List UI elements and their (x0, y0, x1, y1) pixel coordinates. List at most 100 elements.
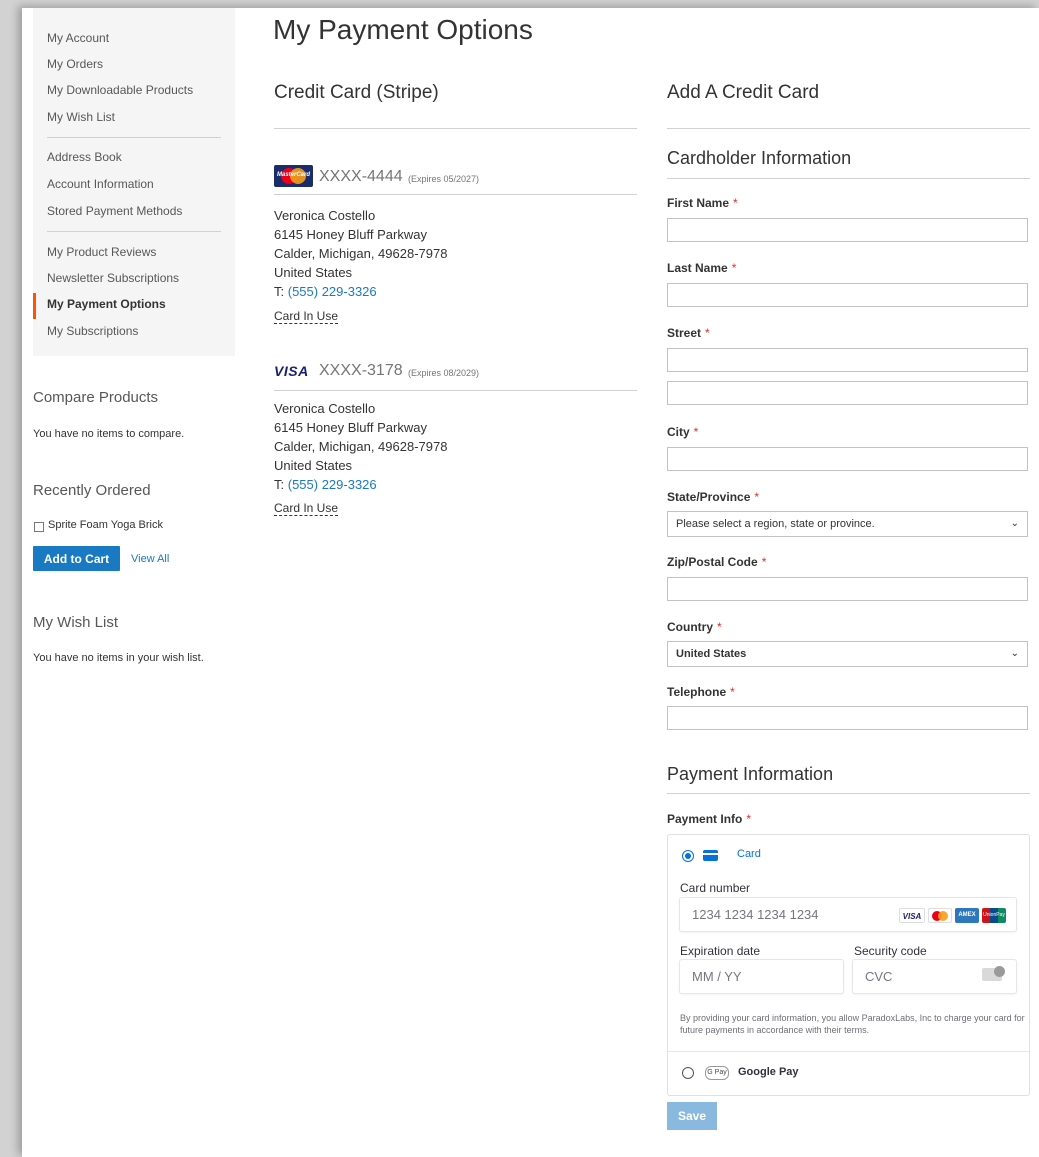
nav-my-account[interactable]: My Account (47, 31, 109, 45)
mastercard-brand-icon (928, 908, 952, 923)
state-select-value: Please select a region, state or provinc… (676, 518, 875, 530)
add-card-title: Add A Credit Card (667, 82, 820, 103)
zip-label: Zip/Postal Code * (667, 555, 767, 569)
expiration-input[interactable]: MM / YY (679, 959, 844, 994)
page-title: My Payment Options (273, 14, 533, 45)
card-icon (703, 850, 718, 861)
nav-payment-options[interactable]: My Payment Options (47, 297, 166, 311)
nav-my-orders[interactable]: My Orders (47, 57, 103, 71)
account-nav: My Account My Orders My Downloadable Pro… (33, 8, 235, 356)
compare-title: Compare Products (33, 389, 159, 406)
nav-product-reviews[interactable]: My Product Reviews (47, 245, 156, 259)
phone-prefix: T: (274, 477, 288, 492)
cardholder-title: Cardholder Information (667, 148, 852, 168)
divider (274, 390, 637, 391)
last-name-label: Last Name * (667, 261, 737, 275)
address-street: 6145 Honey Bluff Parkway (274, 227, 427, 242)
google-pay-icon: G Pay (705, 1066, 729, 1080)
nav-account-information[interactable]: Account Information (47, 177, 154, 191)
payment-info-title: Payment Information (667, 764, 834, 784)
security-code-label: Security code (854, 944, 927, 958)
unionpay-brand-icon: UnionPay (982, 908, 1006, 923)
card-billing-address: Veronica Costello 6145 Honey Bluff Parkw… (274, 206, 447, 301)
save-button[interactable]: Save (667, 1102, 717, 1130)
city-label: City * (667, 425, 699, 439)
card-expiry: (Expires 05/2027) (408, 174, 480, 184)
phone-prefix: T: (274, 284, 288, 299)
divider (274, 194, 637, 195)
view-all-link[interactable]: View All (131, 553, 169, 565)
address-name: Veronica Costello (274, 208, 376, 223)
payment-info-label: Payment Info * (667, 812, 752, 826)
visa-icon: VISA (274, 363, 309, 379)
telephone-label: Telephone * (667, 685, 735, 699)
telephone-input[interactable] (667, 706, 1028, 730)
chevron-down-icon: ⌄ (1010, 648, 1019, 659)
state-select[interactable]: Please select a region, state or provinc… (667, 511, 1028, 537)
recently-ordered-title: Recently Ordered (33, 482, 151, 499)
expiration-label: Expiration date (680, 944, 761, 958)
first-name-input[interactable] (667, 218, 1028, 242)
country-select[interactable]: United States ⌄ (667, 641, 1028, 667)
nav-divider (47, 231, 221, 232)
recent-item-name: Sprite Foam Yoga Brick (48, 519, 163, 531)
nav-address-book[interactable]: Address Book (47, 150, 122, 164)
cvc-card-icon (982, 966, 1005, 981)
card-number-label: Card number (680, 881, 751, 895)
divider (667, 178, 1030, 179)
nav-downloadable-products[interactable]: My Downloadable Products (47, 83, 193, 97)
address-country: United States (274, 458, 353, 473)
country-select-value: United States (676, 648, 747, 660)
page: My Account My Orders My Downloadable Pro… (22, 8, 1039, 1157)
card-method-label[interactable]: Card (737, 848, 761, 860)
visa-brand-icon: VISA (899, 908, 925, 923)
first-name-label: First Name * (667, 196, 738, 210)
street-input-line1[interactable] (667, 348, 1028, 372)
nav-stored-payment-methods[interactable]: Stored Payment Methods (47, 204, 182, 218)
google-pay-radio[interactable] (682, 1067, 694, 1079)
street-input-line2[interactable] (667, 381, 1028, 405)
nav-newsletter-subscriptions[interactable]: Newsletter Subscriptions (47, 271, 179, 285)
compare-empty-text: You have no items to compare. (33, 428, 185, 440)
card-in-use-label[interactable]: Card In Use (274, 502, 339, 516)
security-code-placeholder: CVC (865, 969, 893, 984)
divider (668, 1051, 1029, 1052)
card-billing-address: Veronica Costello 6145 Honey Bluff Parkw… (274, 399, 447, 494)
phone-link[interactable]: (555) 229-3326 (288, 284, 377, 299)
phone-link[interactable]: (555) 229-3326 (288, 477, 377, 492)
card-method-radio[interactable] (682, 850, 694, 862)
stripe-terms-text: By providing your card information, you … (680, 1013, 1025, 1035)
divider (274, 128, 637, 129)
address-street: 6145 Honey Bluff Parkway (274, 420, 427, 435)
city-input[interactable] (667, 447, 1028, 471)
zip-input[interactable] (667, 577, 1028, 601)
chevron-down-icon: ⌄ (1010, 518, 1019, 529)
card-number-placeholder: 1234 1234 1234 1234 (692, 907, 819, 922)
stored-cards-title: Credit Card (Stripe) (274, 82, 439, 103)
add-to-cart-button[interactable]: Add to Cart (33, 546, 120, 571)
divider (667, 128, 1030, 129)
address-country: United States (274, 265, 353, 280)
wishlist-title: My Wish List (33, 614, 119, 631)
card-number: XXXX-3178 (319, 362, 403, 379)
address-name: Veronica Costello (274, 401, 376, 416)
recent-item-checkbox[interactable] (34, 522, 44, 532)
nav-wish-list[interactable]: My Wish List (47, 110, 115, 124)
country-label: Country * (667, 620, 722, 634)
amex-brand-icon: AMEX (955, 908, 979, 923)
nav-divider (47, 137, 221, 138)
expiration-placeholder: MM / YY (692, 969, 742, 984)
address-city: Calder, Michigan, 49628-7978 (274, 246, 448, 261)
state-label: State/Province * (667, 490, 760, 504)
last-name-input[interactable] (667, 283, 1028, 307)
card-in-use-label[interactable]: Card In Use (274, 310, 339, 324)
wishlist-empty-text: You have no items in your wish list. (33, 652, 204, 664)
card-expiry: (Expires 08/2029) (408, 368, 480, 378)
mastercard-icon: MasterCard (274, 165, 313, 187)
address-city: Calder, Michigan, 49628-7978 (274, 439, 448, 454)
nav-active-indicator (33, 293, 36, 319)
google-pay-label[interactable]: Google Pay (738, 1066, 799, 1078)
street-label: Street * (667, 326, 710, 340)
card-number: XXXX-4444 (319, 168, 403, 185)
nav-subscriptions[interactable]: My Subscriptions (47, 324, 138, 338)
